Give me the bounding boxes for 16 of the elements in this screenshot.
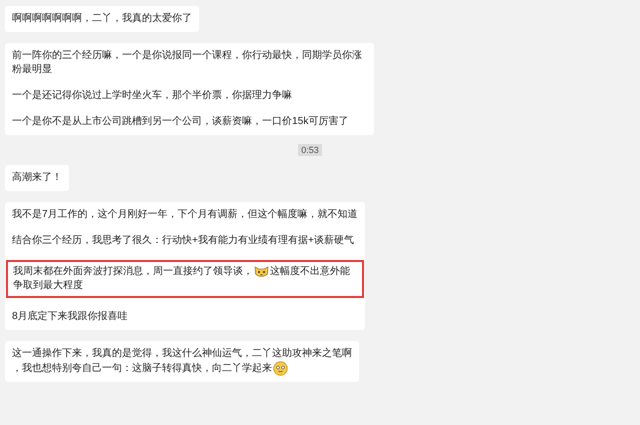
message-text: 高潮来了！ xyxy=(12,171,62,185)
cat-face-icon xyxy=(254,265,269,279)
message-text: 一个是你不是从上市公司跳槽到另一个公司，谈薪资嘛，一口价15k可厉害了 xyxy=(12,115,348,129)
message-text: 我不是7月工作的，这个月刚好一年，下个月有调薪，但这个幅度嘛，就不知道 xyxy=(12,208,358,222)
message-text: 我周末都在外面奔波打探消息，周一直接约了领导谈， xyxy=(13,265,253,279)
message-text: ，我也想特别夸自己一句：这脑子转得真快，向二丫学起来 xyxy=(12,362,272,376)
message-text: 前一阵你的三个经历嘛，一个是你说报同一个课程，你行动最快，同期学员你涨粉最明显 xyxy=(12,49,363,77)
message-text: 啊啊啊啊啊啊啊，二丫，我真的太爱你了 xyxy=(12,12,192,26)
message-text: 争取到最大程度 xyxy=(13,279,83,293)
message-text: 这幅度不出意外能 xyxy=(270,265,350,279)
message-text: 8月底定下来我跟你报喜哇 xyxy=(12,310,128,324)
message-text: 这一通操作下来，我真的是觉得，我这什么神仙运气，二丫这助攻神来之笔啊 xyxy=(12,347,352,361)
smiley-face-icon xyxy=(273,361,288,376)
message-text: 结合你三个经历，我思考了很久：行动快+我有能力有业绩有理有据+谈薪硬气 xyxy=(12,234,354,248)
message-text: 一个是还记得你说过上学时坐火车，那个半价票，你据理力争嘛 xyxy=(12,89,292,103)
timestamp: 0:53 xyxy=(298,144,322,156)
